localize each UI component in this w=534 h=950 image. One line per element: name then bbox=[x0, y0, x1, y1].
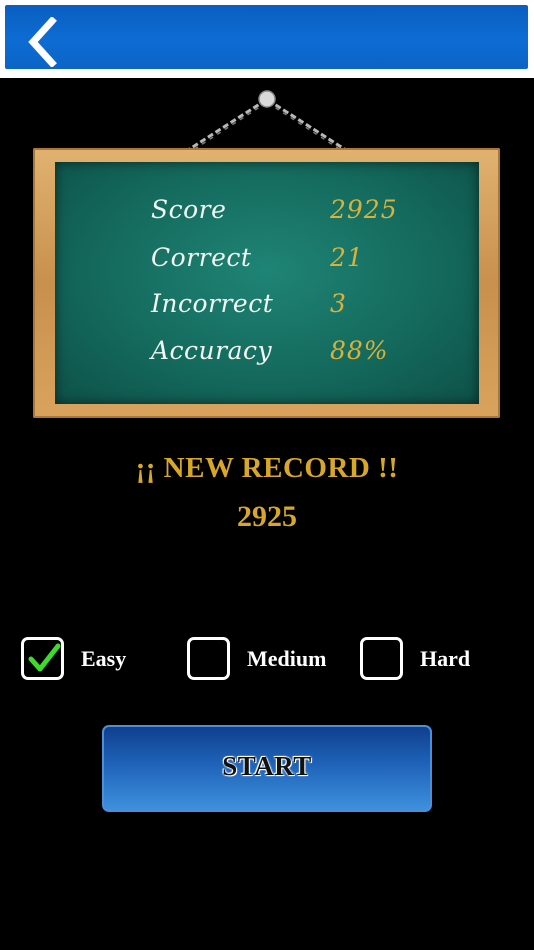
medium-checkbox[interactable] bbox=[187, 637, 230, 680]
stat-row-correct: Correct 21 bbox=[55, 243, 479, 283]
stat-label: Accuracy bbox=[151, 336, 273, 365]
hard-checkbox[interactable] bbox=[360, 637, 403, 680]
difficulty-hard-option[interactable]: Hard bbox=[360, 637, 495, 685]
stat-row-incorrect: Incorrect 3 bbox=[55, 289, 479, 329]
stat-label: Correct bbox=[151, 243, 252, 272]
new-record-score: 2925 bbox=[237, 500, 297, 533]
stat-value: 3 bbox=[330, 289, 347, 318]
stat-value: 21 bbox=[330, 243, 364, 272]
stat-label: Incorrect bbox=[151, 289, 274, 318]
board-hanging-chain bbox=[187, 90, 347, 153]
new-record-title: ¡¡ NEW RECORD !! bbox=[135, 452, 399, 484]
stat-row-score: Score 2925 bbox=[55, 195, 479, 235]
easy-checkbox[interactable] bbox=[21, 637, 64, 680]
stat-row-accuracy: Accuracy 88% bbox=[55, 336, 479, 376]
stat-value: 88% bbox=[330, 336, 389, 365]
start-button-label: START bbox=[222, 751, 312, 781]
medium-label: Medium bbox=[247, 646, 327, 671]
easy-label: Easy bbox=[81, 646, 127, 671]
stat-label: Score bbox=[151, 195, 227, 224]
stat-value: 2925 bbox=[330, 195, 398, 224]
start-button[interactable]: START bbox=[102, 725, 432, 812]
difficulty-easy-option[interactable]: Easy bbox=[21, 637, 171, 685]
nail-icon bbox=[258, 90, 276, 108]
chalkboard: Score 2925 Correct 21 Incorrect 3 Accura… bbox=[33, 148, 500, 418]
hard-label: Hard bbox=[420, 646, 471, 671]
checkmark-icon bbox=[28, 643, 61, 672]
difficulty-medium-option[interactable]: Medium bbox=[187, 637, 352, 685]
chalkboard-surface: Score 2925 Correct 21 Incorrect 3 Accura… bbox=[55, 162, 479, 404]
